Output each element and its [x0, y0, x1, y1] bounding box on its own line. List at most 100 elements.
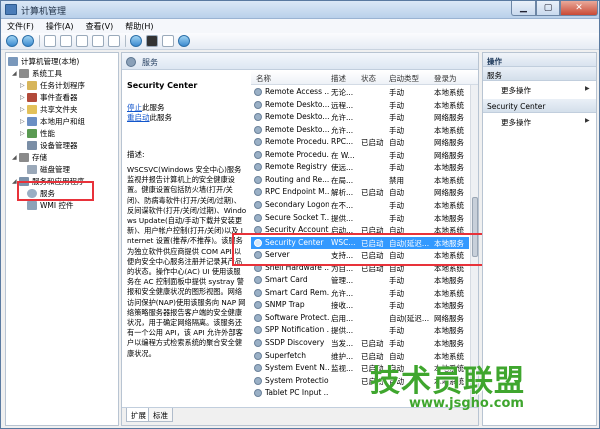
maximize-button[interactable]: ▢	[536, 1, 560, 16]
forward-icon[interactable]	[22, 35, 34, 47]
collapse-icon[interactable]: ◢	[12, 70, 19, 77]
table-row[interactable]: Software Protect... 启用... 自动(延迟... 网络服务	[251, 312, 469, 325]
menu-bar: 文件(F) 操作(A) 查看(V) 帮助(H)	[1, 19, 599, 33]
tree-event-viewer[interactable]: ▷ 事件查看器	[20, 91, 78, 103]
back-icon[interactable]	[6, 35, 18, 47]
expand-icon[interactable]: ▷	[20, 118, 27, 125]
gear-icon	[126, 57, 136, 67]
tab-standard[interactable]: 标准	[148, 408, 173, 422]
cell-startup: 手动	[389, 113, 404, 123]
table-row[interactable]: Routing and Re... 在局... 禁用 本地系统	[251, 174, 469, 187]
properties-icon[interactable]	[60, 35, 72, 47]
menu-file[interactable]: 文件(F)	[1, 19, 40, 33]
stop-service-icon[interactable]	[146, 35, 158, 47]
table-row[interactable]: RPC Endpoint M... 解析... 已启动 自动 网络服务	[251, 186, 469, 199]
table-row[interactable]: Smart Card Rem... 允许... 手动 本地系统	[251, 287, 469, 300]
table-row[interactable]: Remote Deskto... 允许... 手动 本地系统	[251, 124, 469, 137]
service-gear-icon	[254, 175, 262, 184]
console-tree-icon[interactable]	[44, 35, 56, 47]
chevron-right-icon[interactable]: ▶	[585, 117, 590, 124]
cell-startup: 手动	[389, 88, 404, 97]
highlight-box	[232, 233, 495, 266]
refresh-icon[interactable]	[76, 35, 88, 47]
more-actions-security-center[interactable]: 更多操作	[501, 117, 531, 128]
tree-system-tools[interactable]: ◢ 系统工具	[12, 67, 62, 79]
table-row[interactable]: SSDP Discovery 当发... 已启动 手动 本地服务	[251, 337, 469, 350]
cell-name: SNMP Trap	[265, 300, 305, 310]
cell-startup: 自动	[389, 188, 404, 198]
watermark-url: www.jsgho.com	[409, 396, 524, 411]
table-row[interactable]: Remote Access ... 无论... 手动 本地系统	[251, 86, 469, 99]
tree-local-users[interactable]: ▷ 本地用户和组	[20, 115, 85, 127]
service-gear-icon	[254, 100, 262, 109]
expand-icon[interactable]: ▷	[20, 130, 27, 137]
column-logon[interactable]: 登录为	[434, 73, 457, 84]
service-gear-icon	[254, 313, 262, 322]
stop-service-link[interactable]: 停止	[127, 103, 142, 112]
toolbar-separator	[125, 35, 126, 47]
tree-root[interactable]: 计算机管理(本地)	[8, 55, 79, 67]
tree-shared-folders[interactable]: ▷ 共享文件夹	[20, 103, 78, 115]
chevron-right-icon[interactable]: ▶	[585, 85, 590, 92]
cell-startup: 手动	[389, 150, 404, 160]
pause-service-icon[interactable]	[162, 35, 174, 47]
table-row[interactable]: Secure Socket T... 提供... 手动 本地服务	[251, 212, 469, 225]
export-icon[interactable]	[92, 35, 104, 47]
table-row[interactable]: Remote Deskto... 远程... 手动 本地系统	[251, 99, 469, 112]
tree-performance[interactable]: ▷ 性能	[20, 127, 55, 139]
service-gear-icon	[254, 213, 262, 222]
table-row[interactable]: Secondary Logon 在不... 手动 本地系统	[251, 199, 469, 212]
minimize-button[interactable]: ▁	[511, 1, 536, 16]
cell-logon: 本地系统	[434, 125, 464, 135]
cell-name: Remote Procedu...	[265, 149, 329, 159]
collapse-icon[interactable]: ◢	[12, 154, 19, 161]
column-desc[interactable]: 描述	[331, 73, 346, 84]
cell-name: Remote Deskto...	[265, 99, 329, 109]
description-panel: Security Center 停止此服务 重启动此服务 描述: WSCSVC(…	[122, 71, 250, 407]
more-actions-services[interactable]: 更多操作	[501, 85, 531, 96]
cell-startup: 自动(延迟...	[389, 313, 430, 323]
cell-logon: 本地服务	[434, 326, 464, 336]
table-row[interactable]: SPP Notification ... 提供... 手动 本地服务	[251, 324, 469, 337]
close-button[interactable]: ✕	[560, 1, 598, 16]
toolbar-separator	[39, 35, 40, 47]
column-status[interactable]: 状态	[361, 73, 376, 84]
tree-disk-management[interactable]: 磁盘管理	[27, 163, 70, 175]
restart-service-link[interactable]: 重启动	[127, 113, 150, 122]
restart-service-line: 重启动此服务	[127, 113, 172, 122]
table-row[interactable]: Remote Procedu... 在 W... 手动 网络服务	[251, 149, 469, 162]
cell-startup: 手动	[389, 339, 404, 348]
table-row[interactable]: SNMP Trap 接收... 手动 本地服务	[251, 299, 469, 312]
cell-name: Secure Socket T...	[265, 212, 329, 222]
actions-section-services[interactable]: 服务	[483, 67, 596, 81]
menu-view[interactable]: 查看(V)	[80, 19, 120, 33]
expand-icon[interactable]: ▷	[20, 106, 27, 113]
cell-logon: 本地服务	[434, 213, 464, 223]
cell-desc: 提供...	[331, 213, 354, 223]
cell-desc: 接收...	[331, 301, 354, 311]
tree-device-manager[interactable]: 设备管理器	[27, 139, 78, 151]
table-row[interactable]: Remote Procedu... RPC... 已启动 自动 网络服务	[251, 136, 469, 149]
column-name[interactable]: 名称	[256, 73, 271, 84]
actions-section-security-center[interactable]: Security Center	[483, 99, 596, 113]
help-icon[interactable]	[108, 35, 120, 47]
menu-help[interactable]: 帮助(H)	[119, 19, 159, 33]
table-row[interactable]: Remote Deskto... 允许... 手动 网络服务	[251, 111, 469, 124]
expand-icon[interactable]: ▷	[20, 94, 27, 101]
service-gear-icon	[254, 88, 262, 96]
cell-desc: 无论...	[331, 88, 354, 97]
restart-service-icon[interactable]	[178, 35, 190, 47]
column-startup[interactable]: 启动类型	[389, 73, 419, 84]
menu-action[interactable]: 操作(A)	[40, 19, 80, 33]
event-icon	[27, 92, 37, 102]
cell-name: System Event N...	[265, 363, 329, 373]
start-service-icon[interactable]	[130, 35, 142, 47]
expand-icon[interactable]: ▷	[20, 82, 27, 89]
table-row[interactable]: Remote Registry 使远... 手动 本地服务	[251, 161, 469, 174]
cell-desc: 使远...	[331, 163, 354, 173]
table-row[interactable]: Smart Card 管理... 手动 本地服务	[251, 274, 469, 287]
users-icon	[27, 116, 37, 126]
tree-task-scheduler[interactable]: ▷ 任务计划程序	[20, 79, 85, 91]
tree-storage[interactable]: ◢ 存储	[12, 151, 47, 163]
services-title: 服务	[142, 58, 158, 67]
